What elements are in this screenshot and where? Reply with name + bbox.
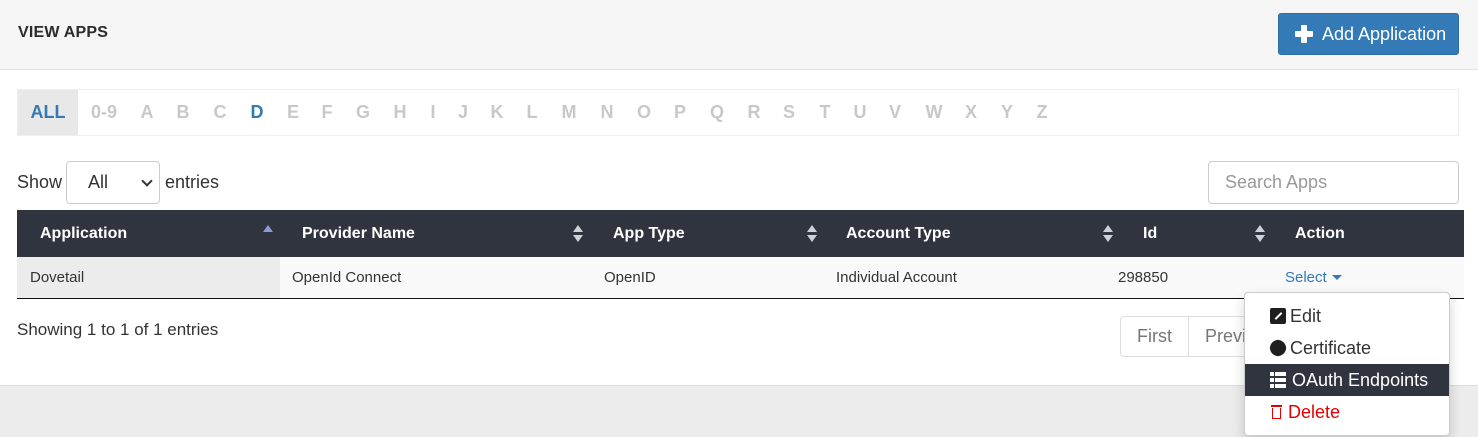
alpha-filter-i[interactable]: I [423,90,443,135]
show-label: Show [17,172,63,192]
sort-ascending-icon [263,225,273,232]
alpha-filter-v[interactable]: V [885,90,905,135]
cell-application: Dovetail [17,257,280,298]
alpha-filter-n[interactable]: N [597,90,617,135]
alpha-filter-w[interactable]: W [922,90,946,135]
column-header-account-type[interactable]: Account Type [846,210,951,257]
alpha-filter-b[interactable]: B [173,90,193,135]
alpha-filter-s[interactable]: S [779,90,799,135]
menu-item-oauth-endpoints[interactable]: OAuth Endpoints [1245,364,1449,396]
pagination: First Previ [1120,316,1265,357]
sort-icon [573,225,583,243]
alpha-filter-t[interactable]: T [815,90,835,135]
add-application-label: Add Application [1322,23,1447,44]
alpha-filter-o[interactable]: O [634,90,654,135]
entries-per-page-select[interactable]: All [66,161,160,204]
column-header-action: Action [1295,225,1345,242]
cell-app-type: OpenID [604,269,656,286]
entries-selected-value: All [88,172,109,192]
cell-id: 298850 [1118,269,1169,286]
alpha-filter-0-9[interactable]: 0-9 [84,90,124,135]
alpha-filter-d[interactable]: D [247,90,267,135]
alpha-filter-u[interactable]: U [850,90,870,135]
table-icon [1270,372,1286,388]
menu-item-oauth-endpoints-label: OAuth Endpoints [1292,370,1429,390]
alpha-filter-all[interactable]: ALL [18,90,78,135]
plus-icon [1295,25,1313,43]
menu-item-delete-label: Delete [1288,402,1341,422]
panel-header: VIEW APPS Add Application [0,0,1478,70]
cell-provider-name: OpenId Connect [292,269,402,286]
alpha-filter-z[interactable]: Z [1032,90,1052,135]
sort-icon [1103,225,1113,243]
alpha-filter-g[interactable]: G [353,90,373,135]
alpha-filter-k[interactable]: K [487,90,507,135]
action-dropdown-menu: Edit Certificate OAuth Endpoints Delete [1244,292,1450,436]
edit-icon [1270,308,1286,324]
alpha-filter-l[interactable]: L [522,90,542,135]
alpha-filter-p[interactable]: P [670,90,690,135]
alpha-filter-c[interactable]: C [210,90,230,135]
column-header-provider-name[interactable]: Provider Name [302,210,415,257]
caret-down-icon [1331,275,1342,280]
alpha-filter-x[interactable]: X [961,90,981,135]
pagination-first[interactable]: First [1121,317,1189,356]
table-info: Showing 1 to 1 of 1 entries [17,320,219,339]
chevron-down-icon [141,175,153,187]
alphabet-filter-bar: ALL 0-9 A B C D E F G H I J K L M N O P … [17,89,1459,136]
alpha-filter-f[interactable]: F [317,90,337,135]
action-select-label: Select [1285,269,1327,286]
alpha-filter-e[interactable]: E [283,90,303,135]
alpha-filter-j[interactable]: J [453,90,473,135]
column-header-application[interactable]: Application [40,210,127,257]
alpha-filter-q[interactable]: Q [707,90,727,135]
menu-item-edit-label: Edit [1290,306,1322,326]
alpha-filter-y[interactable]: Y [997,90,1017,135]
add-application-button[interactable]: Add Application [1278,13,1459,55]
cell-account-type: Individual Account [836,269,957,286]
alpha-filter-m[interactable]: M [558,90,580,135]
alpha-filter-r[interactable]: R [744,90,764,135]
entries-label: entries [165,172,220,192]
column-header-app-type[interactable]: App Type [613,210,685,257]
table-header: Application Provider Name App Type Accou… [17,210,1464,257]
certificate-icon [1270,340,1286,356]
menu-item-certificate[interactable]: Certificate [1245,332,1449,364]
menu-item-certificate-label: Certificate [1290,338,1372,358]
sort-icon [807,225,817,243]
column-header-id[interactable]: Id [1143,210,1157,257]
alpha-filter-h[interactable]: H [390,90,410,135]
sort-icon [1255,225,1265,243]
search-apps-input[interactable] [1208,161,1459,204]
menu-item-delete[interactable]: Delete [1245,396,1449,428]
alpha-filter-a[interactable]: A [137,90,157,135]
page-title: VIEW APPS [18,24,109,41]
trash-icon [1270,404,1286,420]
menu-item-edit[interactable]: Edit [1245,300,1449,332]
